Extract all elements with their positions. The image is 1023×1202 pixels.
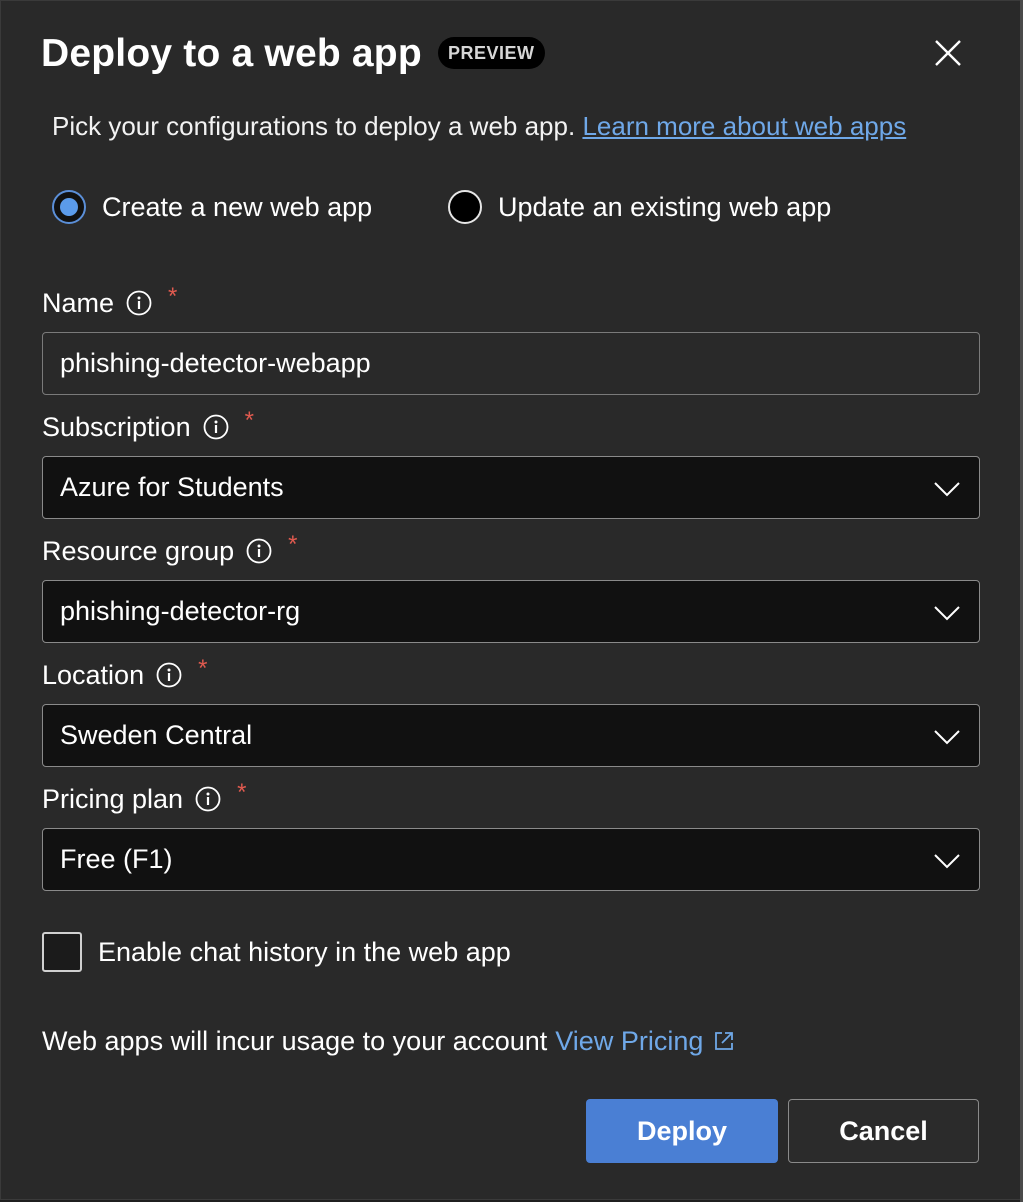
chevron-down-icon <box>934 730 960 745</box>
subscription-label: Subscription * <box>42 407 254 445</box>
subscription-label-text: Subscription <box>42 411 191 442</box>
name-input[interactable]: phishing-detector-webapp <box>42 332 980 395</box>
location-label: Location * <box>42 655 208 693</box>
resource-group-label-text: Resource group <box>42 535 235 566</box>
external-link-icon <box>715 1032 734 1050</box>
chevron-down-icon <box>934 606 960 621</box>
deploy-dialog: Deploy to a web app PREVIEW Pick your co… <box>0 0 1021 1200</box>
resource-group-dropdown[interactable]: phishing-detector-rg <box>42 580 980 643</box>
usage-note: Web apps will incur usage to your accoun… <box>42 1023 735 1059</box>
radio-create-new-label: Create a new web app <box>102 191 373 222</box>
required-marker: * <box>288 531 298 558</box>
info-icon[interactable] <box>203 414 229 440</box>
pricing-plan-value: Free (F1) <box>60 844 173 874</box>
location-dropdown[interactable]: Sweden Central <box>42 704 980 767</box>
required-marker: * <box>198 655 208 682</box>
radio-update-existing[interactable]: Update an existing web app <box>448 187 831 227</box>
required-marker: * <box>237 779 247 806</box>
pricing-plan-label: Pricing plan * <box>42 779 247 817</box>
radio-create-new[interactable]: Create a new web app <box>52 187 372 227</box>
close-icon <box>935 40 961 66</box>
preview-badge: PREVIEW <box>438 37 545 69</box>
chat-history-checkbox-row[interactable]: Enable chat history in the web app <box>42 932 511 972</box>
info-icon[interactable] <box>126 290 152 316</box>
location-value: Sweden Central <box>60 720 253 750</box>
name-label-text: Name <box>42 287 115 318</box>
radio-selected-indicator <box>52 190 86 224</box>
name-label: Name * <box>42 283 178 321</box>
cancel-button[interactable]: Cancel <box>788 1099 979 1163</box>
radio-unselected-indicator <box>448 190 482 224</box>
required-marker: * <box>168 283 178 310</box>
location-label-text: Location <box>42 659 145 690</box>
info-icon[interactable] <box>156 662 182 688</box>
pricing-plan-label-text: Pricing plan <box>42 783 184 814</box>
subscription-dropdown[interactable]: Azure for Students <box>42 456 980 519</box>
pricing-plan-dropdown[interactable]: Free (F1) <box>42 828 980 891</box>
close-button[interactable] <box>928 33 968 73</box>
deploy-button[interactable]: Deploy <box>586 1099 778 1163</box>
chevron-down-icon <box>934 854 960 869</box>
chat-history-label: Enable chat history in the web app <box>98 936 511 967</box>
learn-more-link[interactable]: Learn more about web apps <box>582 111 906 141</box>
view-pricing-label: View Pricing <box>555 1026 704 1056</box>
subscription-value: Azure for Students <box>60 472 284 502</box>
view-pricing-link[interactable]: View Pricing <box>555 1023 735 1059</box>
name-input-value: phishing-detector-webapp <box>60 348 371 378</box>
chevron-down-icon <box>934 482 960 497</box>
dialog-subtitle: Pick your configurations to deploy a web… <box>52 109 906 143</box>
required-marker: * <box>244 407 254 434</box>
dialog-title: Deploy to a web app <box>41 32 422 75</box>
info-icon[interactable] <box>195 786 221 812</box>
usage-text: Web apps will incur usage to your accoun… <box>42 1026 548 1056</box>
radio-update-existing-label: Update an existing web app <box>498 191 832 222</box>
chat-history-checkbox[interactable] <box>42 932 82 972</box>
resource-group-value: phishing-detector-rg <box>60 596 301 626</box>
subtitle-text: Pick your configurations to deploy a web… <box>52 111 576 141</box>
info-icon[interactable] <box>246 538 272 564</box>
resource-group-label: Resource group * <box>42 531 298 569</box>
